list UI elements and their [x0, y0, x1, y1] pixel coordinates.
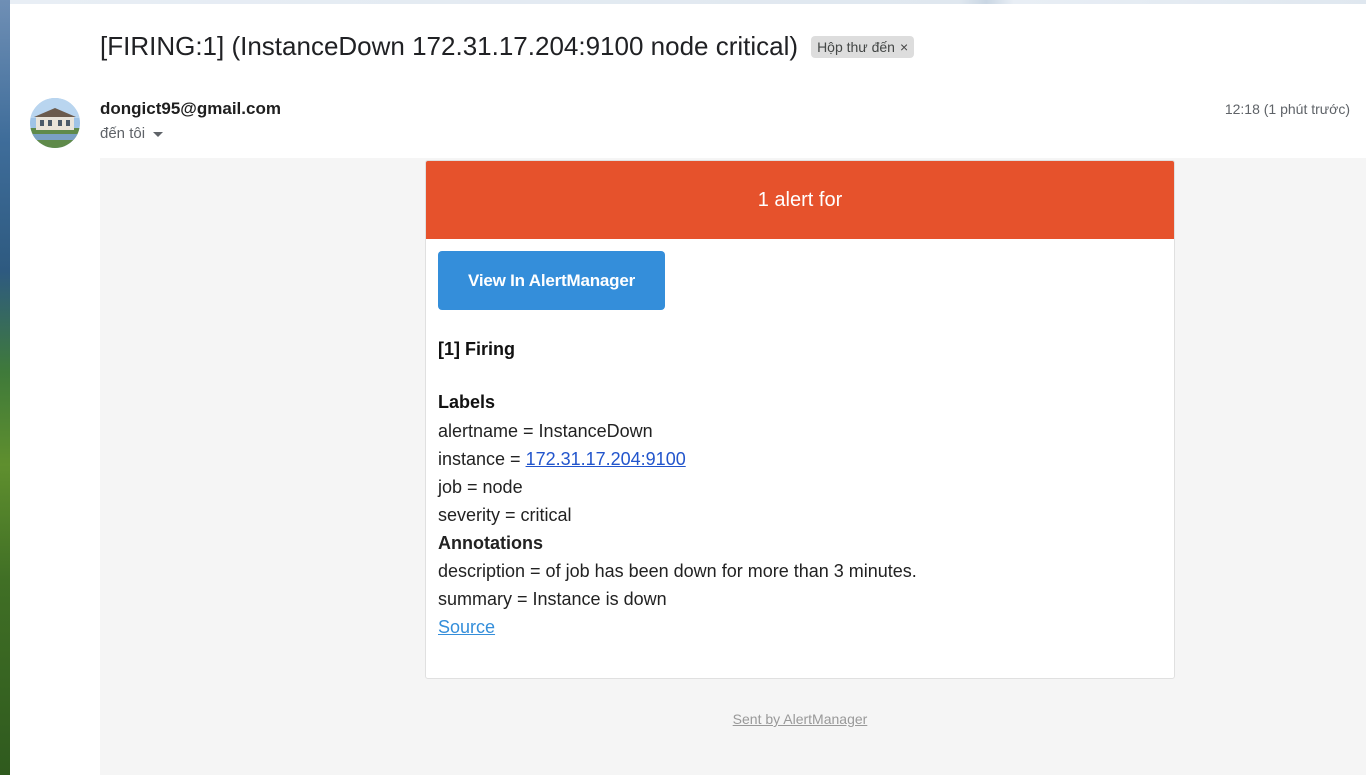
- chevron-down-icon[interactable]: [153, 132, 164, 137]
- instance-link[interactable]: 172.31.17.204:9100: [526, 449, 686, 469]
- inbox-label-chip[interactable]: Hộp thư đến ×: [811, 36, 915, 58]
- email-subject: [FIRING:1] (InstanceDown 172.31.17.204:9…: [100, 30, 799, 61]
- labels-list: alertname = InstanceDown instance = 172.…: [438, 417, 1162, 641]
- source-link[interactable]: Source: [438, 617, 495, 637]
- footer: Sent by AlertManager: [100, 711, 1366, 727]
- labels-title: Labels: [438, 392, 496, 412]
- source-line: Source: [438, 613, 1162, 641]
- alert-card-body: View In AlertManager [1] Firing Labels a…: [426, 239, 1174, 653]
- sender-avatar[interactable]: [30, 98, 80, 148]
- email-timestamp: 12:18 (1 phút trước): [1224, 101, 1350, 117]
- alert-header: 1 alert for: [426, 161, 1174, 239]
- annotation-description: description = of job has been down for m…: [438, 561, 917, 581]
- desktop-wallpaper-strip: [0, 0, 10, 775]
- email-body: 1 alert for View In AlertManager [1] Fir…: [100, 158, 1366, 775]
- sender-email[interactable]: dongict95@gmail.com: [100, 99, 281, 119]
- subject-row: [FIRING:1] (InstanceDown 172.31.17.204:9…: [100, 28, 915, 64]
- view-in-alertmanager-button[interactable]: View In AlertManager: [438, 251, 665, 310]
- label-severity: severity = critical: [438, 505, 572, 525]
- recipient-details[interactable]: đến tôi: [100, 125, 164, 142]
- annotations-title: Annotations: [438, 533, 543, 553]
- firing-title: [1] Firing: [438, 339, 515, 359]
- recipient-label: đến tôi: [100, 125, 146, 142]
- label-instance-prefix: instance =: [438, 449, 526, 469]
- sent-by-alertmanager-link[interactable]: Sent by AlertManager: [733, 711, 868, 727]
- window-top-edge: [10, 0, 1366, 4]
- alert-card: 1 alert for View In AlertManager [1] Fir…: [425, 160, 1175, 679]
- label-alertname: alertname = InstanceDown: [438, 421, 653, 441]
- label-job: job = node: [438, 477, 523, 497]
- remove-label-icon[interactable]: ×: [900, 39, 908, 55]
- label-instance: instance = 172.31.17.204:9100: [438, 445, 1162, 473]
- annotation-summary: summary = Instance is down: [438, 589, 667, 609]
- inbox-label-text: Hộp thư đến: [817, 39, 895, 55]
